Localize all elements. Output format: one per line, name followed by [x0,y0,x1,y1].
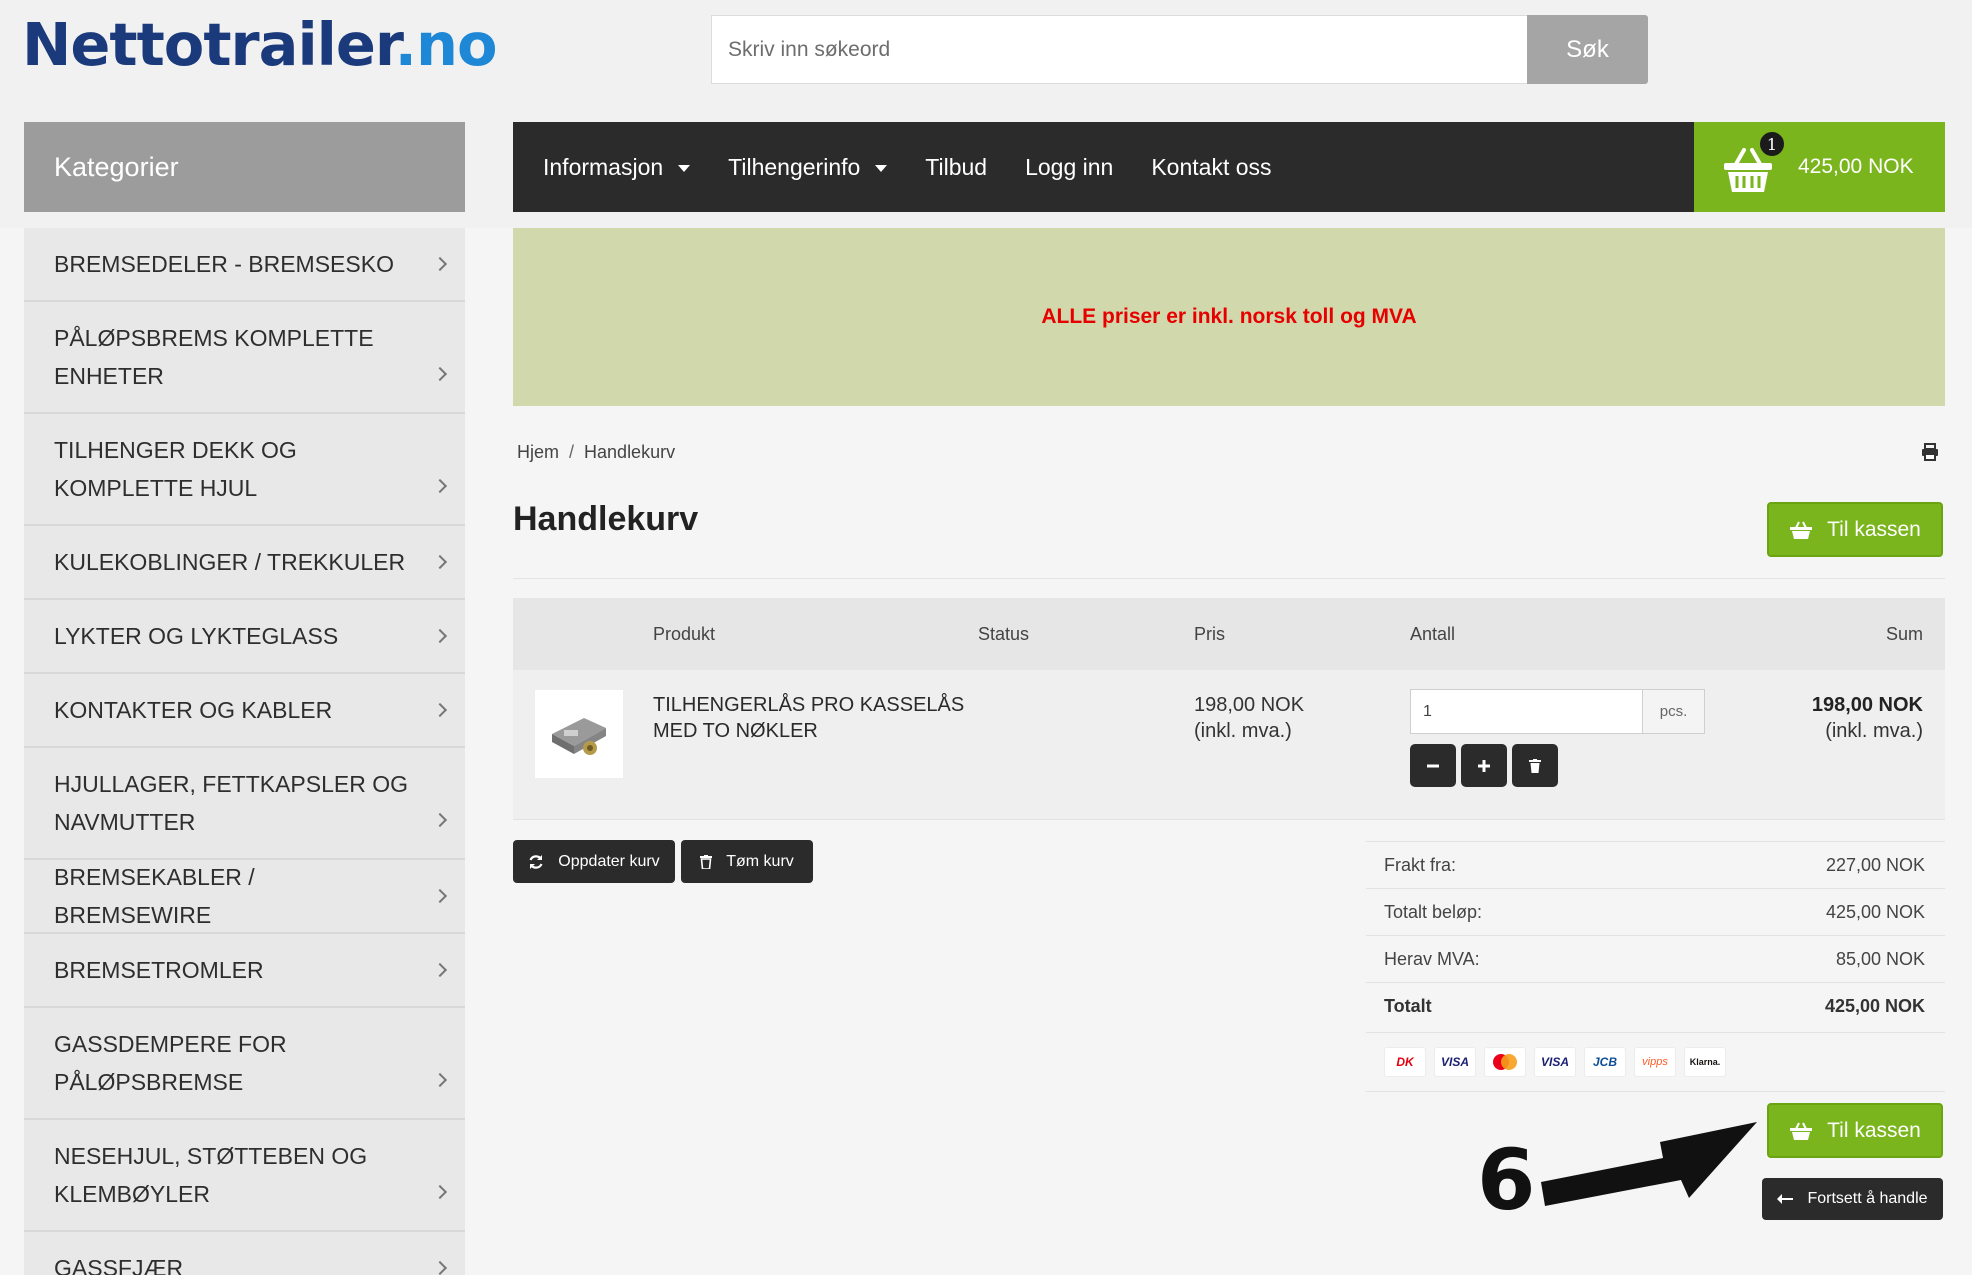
quantity-input[interactable] [1410,689,1643,734]
chevron-right-icon [432,256,448,272]
checkout-button[interactable]: Til kassen [1767,1103,1943,1158]
summary-total-amount: Totalt beløp: 425,00 NOK [1366,888,1945,935]
categories-header: Kategorier [24,122,465,212]
continue-shopping-button[interactable]: Fortsett å handle [1762,1178,1943,1220]
product-name[interactable]: TILHENGERLÅS PRO KASSELÅS MED TO NØKLER [653,692,983,744]
basket-icon [1790,521,1813,539]
column-header-sum: Sum [1885,624,1923,644]
product-image[interactable] [535,690,623,778]
update-cart-button[interactable]: Oppdater kurv [513,840,675,883]
breadcrumb: Hjem / Handlekurv [517,442,676,463]
nav-item-tilhengerinfo[interactable]: Tilhengerinfo [728,154,888,181]
klarna-logo: Klarna. [1684,1047,1726,1077]
column-header-price: Pris [1194,624,1225,644]
breadcrumb-current: Handlekurv [584,442,676,462]
summary-shipping: Frakt fra: 227,00 NOK [1366,841,1945,888]
chevron-right-icon [432,366,448,382]
chevron-right-icon [432,478,448,494]
basket-icon [1790,1122,1813,1140]
category-item[interactable]: BREMSEKABLER / BREMSEWIRE [24,860,465,934]
category-item[interactable]: BREMSETROMLER [24,934,465,1008]
trash-icon [700,854,713,869]
visa-logo: VISA [1534,1047,1576,1077]
annotation-arrow [1541,1122,1757,1206]
divider [513,578,1945,579]
chevron-right-icon [432,1072,448,1088]
quantity-unit: pcs. [1643,689,1705,734]
order-summary: Frakt fra: 227,00 NOK Totalt beløp: 425,00… [1366,841,1945,1029]
category-item[interactable]: BREMSEDELER - BREMSESKO [24,228,465,302]
category-item[interactable]: LYKTER OG LYKTEGLASS [24,600,465,674]
category-item[interactable]: GASSDEMPERE FOR PÅLØPSBREMSE [24,1008,465,1120]
print-icon[interactable] [1921,443,1939,466]
nav-item-kontakt-oss[interactable]: Kontakt oss [1151,154,1271,181]
chevron-right-icon [432,812,448,828]
increase-quantity-button[interactable] [1461,744,1507,787]
product-price: 198,00 NOK (inkl. mva.) [1194,694,1305,742]
remove-item-button[interactable] [1512,744,1558,787]
nav-item-logg-inn[interactable]: Logg inn [1025,154,1113,181]
site-logo[interactable]: Nettotrailer.no [22,12,498,78]
category-item[interactable]: GASSFJÆR [24,1232,465,1275]
column-header-quantity: Antall [1410,624,1456,644]
basket-icon: 1 [1722,130,1786,194]
chevron-right-icon [432,1260,448,1275]
nav-item-tilbud[interactable]: Tilbud [925,154,987,181]
decrease-quantity-button[interactable] [1410,744,1456,787]
price-info-banner: ALLE priser er inkl. norsk toll og MVA [513,228,1945,406]
cart-table-header: Produkt Status Pris Antall Sum [513,598,1945,670]
trash-icon [1529,758,1541,773]
cart-count-badge: 1 [1758,130,1786,158]
chevron-right-icon [432,888,448,904]
payment-logos: DK VISA VISA JCB vipps Klarna. [1366,1032,1945,1092]
empty-cart-button[interactable]: Tøm kurv [681,840,813,883]
search-input[interactable] [711,15,1527,84]
caret-down-icon [678,164,691,172]
caret-down-icon [875,164,888,172]
chevron-right-icon [432,702,448,718]
chevron-right-icon [432,554,448,570]
dankort-logo: DK [1384,1047,1426,1077]
column-header-status: Status [978,624,1030,644]
step-annotation-number: 6 [1477,1131,1536,1229]
nav-item-informasjon[interactable]: Informasjon [543,154,691,181]
chevron-right-icon [432,962,448,978]
main-nav: Informasjon Tilhengerinfo Tilbud Logg in… [513,122,1694,212]
page-title: Handlekurv [513,500,699,538]
category-item[interactable]: HJULLAGER, FETTKAPSLER OG NAVMUTTER [24,748,465,860]
arrow-left-icon [1777,1194,1794,1204]
category-item[interactable]: KULEKOBLINGER / TREKKULER [24,526,465,600]
row-sum: 198,00 NOK (inkl. mva.) [1811,694,1923,742]
jcb-logo: JCB [1584,1047,1626,1077]
search-button[interactable]: Søk [1527,15,1648,84]
breadcrumb-home[interactable]: Hjem [517,442,559,463]
column-header-product: Produkt [653,624,716,644]
category-item[interactable]: NESEHJUL, STØTTEBEN OG KLEMBØYLER [24,1120,465,1232]
cart-summary-button[interactable]: 1 425,00 NOK [1694,122,1945,212]
chevron-right-icon [432,628,448,644]
category-item[interactable]: TILHENGER DEKK OG KOMPLETTE HJUL [24,414,465,526]
refresh-icon [529,854,543,869]
mastercard-logo [1484,1047,1526,1077]
checkout-button[interactable]: Til kassen [1767,502,1943,557]
chevron-right-icon [432,1184,448,1200]
cart-total: 425,00 NOK [1798,155,1914,178]
category-item[interactable]: PÅLØPSBREMS KOMPLETTE ENHETER [24,302,465,414]
plus-icon [1478,759,1490,772]
category-list: BREMSEDELER - BREMSESKO PÅLØPSBREMS KOMP… [24,228,465,1275]
minus-icon [1427,764,1439,767]
category-item[interactable]: KONTAKTER OG KABLER [24,674,465,748]
summary-grand-total: Totalt 425,00 NOK [1366,982,1945,1029]
summary-vat: Herav MVA: 85,00 NOK [1366,935,1945,982]
visa-logo: VISA [1434,1047,1476,1077]
vipps-logo: vipps [1634,1047,1676,1077]
